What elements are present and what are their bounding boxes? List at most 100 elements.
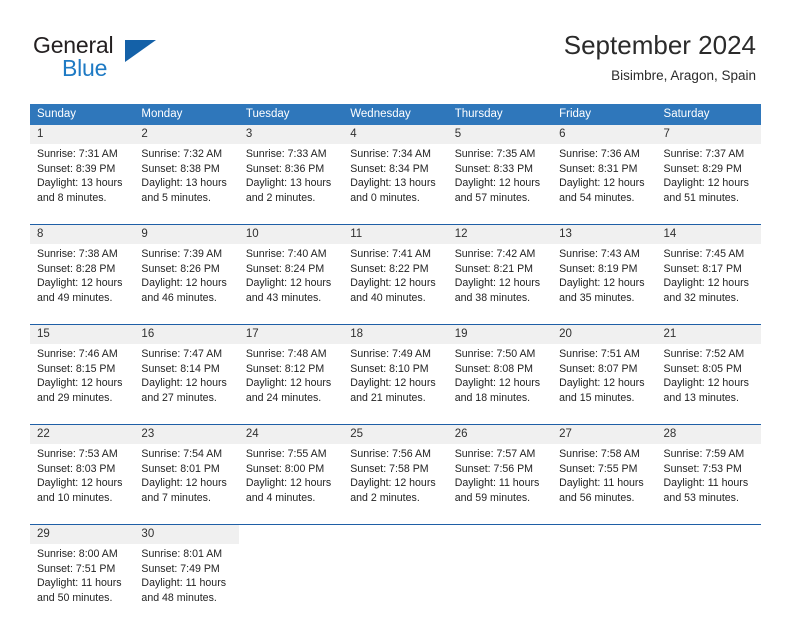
day-cell[interactable]: Sunrise: 7:39 AM Sunset: 8:26 PM Dayligh… xyxy=(134,244,239,319)
day-cell[interactable]: Sunrise: 7:43 AM Sunset: 8:19 PM Dayligh… xyxy=(552,244,657,319)
day-cell[interactable]: Sunrise: 7:55 AM Sunset: 8:00 PM Dayligh… xyxy=(238,444,344,519)
day-number[interactable]: 1 xyxy=(30,125,135,144)
sunrise-text: Sunrise: 7:46 AM xyxy=(37,348,118,360)
day-cell[interactable]: Sunrise: 7:53 AM Sunset: 8:03 PM Dayligh… xyxy=(30,444,135,519)
day-number[interactable]: 17 xyxy=(238,324,344,344)
day-cell[interactable]: Sunrise: 7:50 AM Sunset: 8:08 PM Dayligh… xyxy=(447,344,553,419)
sunset-text: Sunset: 8:28 PM xyxy=(37,262,116,275)
title-block: September 2024 Bisimbre, Aragon, Spain xyxy=(564,28,756,86)
daylight-text-line2: and 4 minutes. xyxy=(245,491,316,504)
brand-logo[interactable]: General Blue xyxy=(33,32,233,84)
day-number[interactable]: 23 xyxy=(134,424,239,444)
daylight-text-line2: and 27 minutes. xyxy=(141,391,217,404)
sunset-text: Sunset: 8:29 PM xyxy=(663,162,742,175)
day-number[interactable]: 25 xyxy=(343,424,448,444)
day-number[interactable]: 27 xyxy=(552,424,657,444)
daylight-text-line2: and 35 minutes. xyxy=(559,291,635,304)
day-cell[interactable]: Sunrise: 7:38 AM Sunset: 8:28 PM Dayligh… xyxy=(30,244,135,319)
day-cell[interactable]: Sunrise: 7:56 AM Sunset: 7:58 PM Dayligh… xyxy=(343,444,448,519)
daylight-text-line1: Daylight: 12 hours xyxy=(37,477,123,490)
day-cell[interactable]: Sunrise: 7:57 AM Sunset: 7:56 PM Dayligh… xyxy=(447,444,553,519)
sunrise-text: Sunrise: 7:43 AM xyxy=(559,248,640,260)
day-number[interactable]: 18 xyxy=(343,324,448,344)
day-number[interactable]: 2 xyxy=(134,125,239,144)
sunrise-text: Sunrise: 7:33 AM xyxy=(245,148,327,160)
daylight-text-line2: and 50 minutes. xyxy=(37,591,113,604)
daylight-text-line1: Daylight: 11 hours xyxy=(454,477,540,490)
day-cell[interactable]: Sunrise: 7:35 AM Sunset: 8:33 PM Dayligh… xyxy=(447,144,553,219)
day-number[interactable]: 26 xyxy=(447,424,553,444)
sunset-text: Sunset: 8:05 PM xyxy=(663,362,742,375)
empty-day-cell xyxy=(447,524,553,544)
day-number[interactable]: 8 xyxy=(30,224,135,244)
day-cell[interactable]: Sunrise: 8:00 AM Sunset: 7:51 PM Dayligh… xyxy=(30,544,135,619)
day-number[interactable]: 12 xyxy=(447,224,553,244)
day-cell[interactable]: Sunrise: 7:54 AM Sunset: 8:01 PM Dayligh… xyxy=(134,444,239,519)
weekday-header-wednesday: Wednesday xyxy=(343,104,448,125)
day-number[interactable]: 16 xyxy=(134,324,239,344)
sunrise-text: Sunrise: 7:54 AM xyxy=(141,448,223,460)
location-subtitle: Bisimbre, Aragon, Spain xyxy=(611,68,756,83)
daylight-text-line1: Daylight: 12 hours xyxy=(454,277,541,290)
day-number[interactable]: 13 xyxy=(552,224,657,244)
day-cell[interactable]: Sunrise: 7:52 AM Sunset: 8:05 PM Dayligh… xyxy=(656,344,761,419)
day-number[interactable]: 9 xyxy=(134,224,239,244)
sunrise-text: Sunrise: 7:50 AM xyxy=(454,348,536,360)
day-number[interactable]: 5 xyxy=(447,125,553,144)
day-cell[interactable]: Sunrise: 7:32 AM Sunset: 8:38 PM Dayligh… xyxy=(134,144,239,219)
daylight-text-line2: and 21 minutes. xyxy=(350,391,426,404)
day-cell[interactable]: Sunrise: 7:33 AM Sunset: 8:36 PM Dayligh… xyxy=(238,144,344,219)
day-number[interactable]: 19 xyxy=(447,324,553,344)
day-cell[interactable]: Sunrise: 7:42 AM Sunset: 8:21 PM Dayligh… xyxy=(447,244,553,319)
day-number[interactable]: 29 xyxy=(30,524,135,544)
day-cell[interactable]: Sunrise: 7:36 AM Sunset: 8:31 PM Dayligh… xyxy=(552,144,657,219)
sunrise-text: Sunrise: 7:35 AM xyxy=(454,148,536,160)
day-number[interactable]: 7 xyxy=(656,125,761,144)
sunset-text: Sunset: 7:51 PM xyxy=(37,562,116,575)
day-cell[interactable]: Sunrise: 7:34 AM Sunset: 8:34 PM Dayligh… xyxy=(343,144,448,219)
sunset-text: Sunset: 7:58 PM xyxy=(350,462,429,475)
day-number[interactable]: 11 xyxy=(343,224,448,244)
day-cell[interactable]: Sunrise: 7:31 AM Sunset: 8:39 PM Dayligh… xyxy=(30,144,135,219)
day-number[interactable]: 4 xyxy=(343,125,448,144)
week-daynum-row: 29 30 xyxy=(30,524,761,544)
day-number[interactable]: 22 xyxy=(30,424,135,444)
day-number[interactable]: 28 xyxy=(656,424,761,444)
sunrise-text: Sunrise: 7:37 AM xyxy=(663,148,745,160)
day-cell[interactable]: Sunrise: 7:59 AM Sunset: 7:53 PM Dayligh… xyxy=(656,444,761,519)
day-cell[interactable]: Sunrise: 7:48 AM Sunset: 8:12 PM Dayligh… xyxy=(238,344,344,419)
sunrise-text: Sunrise: 7:42 AM xyxy=(454,248,536,260)
day-number[interactable]: 15 xyxy=(30,324,135,344)
day-number[interactable]: 24 xyxy=(238,424,344,444)
day-cell[interactable]: Sunrise: 8:01 AM Sunset: 7:49 PM Dayligh… xyxy=(134,544,239,619)
day-cell[interactable]: Sunrise: 7:46 AM Sunset: 8:15 PM Dayligh… xyxy=(30,344,135,419)
sunset-text: Sunset: 8:17 PM xyxy=(663,262,742,275)
day-cell[interactable]: Sunrise: 7:40 AM Sunset: 8:24 PM Dayligh… xyxy=(238,244,344,319)
day-number[interactable]: 6 xyxy=(552,125,657,144)
day-number[interactable]: 20 xyxy=(552,324,657,344)
day-cell[interactable]: Sunrise: 7:37 AM Sunset: 8:29 PM Dayligh… xyxy=(656,144,761,219)
day-number[interactable]: 3 xyxy=(238,125,344,144)
day-number[interactable]: 14 xyxy=(656,224,761,244)
empty-day-cell xyxy=(343,524,448,544)
day-cell[interactable]: Sunrise: 7:51 AM Sunset: 8:07 PM Dayligh… xyxy=(552,344,657,419)
daylight-text-line2: and 46 minutes. xyxy=(141,291,217,304)
sunrise-text: Sunrise: 7:59 AM xyxy=(663,448,745,460)
daylight-text-line1: Daylight: 12 hours xyxy=(350,277,436,290)
daylight-text-line2: and 53 minutes. xyxy=(663,491,739,504)
week-detail-row: Sunrise: 7:38 AM Sunset: 8:28 PM Dayligh… xyxy=(30,244,761,319)
daylight-text-line1: Daylight: 12 hours xyxy=(454,177,541,190)
day-cell[interactable]: Sunrise: 7:41 AM Sunset: 8:22 PM Dayligh… xyxy=(343,244,448,319)
week-detail-row: Sunrise: 7:31 AM Sunset: 8:39 PM Dayligh… xyxy=(30,144,761,219)
daylight-text-line1: Daylight: 11 hours xyxy=(141,577,227,590)
day-cell[interactable]: Sunrise: 7:47 AM Sunset: 8:14 PM Dayligh… xyxy=(134,344,239,419)
weekday-header-saturday: Saturday xyxy=(656,104,761,125)
daylight-text-line1: Daylight: 12 hours xyxy=(663,277,749,290)
day-number[interactable]: 10 xyxy=(238,224,344,244)
day-number[interactable]: 30 xyxy=(134,524,239,544)
week-detail-row: Sunrise: 8:00 AM Sunset: 7:51 PM Dayligh… xyxy=(30,544,761,619)
day-cell[interactable]: Sunrise: 7:45 AM Sunset: 8:17 PM Dayligh… xyxy=(656,244,761,319)
day-cell[interactable]: Sunrise: 7:49 AM Sunset: 8:10 PM Dayligh… xyxy=(343,344,448,419)
day-cell[interactable]: Sunrise: 7:58 AM Sunset: 7:55 PM Dayligh… xyxy=(552,444,657,519)
day-number[interactable]: 21 xyxy=(656,324,761,344)
